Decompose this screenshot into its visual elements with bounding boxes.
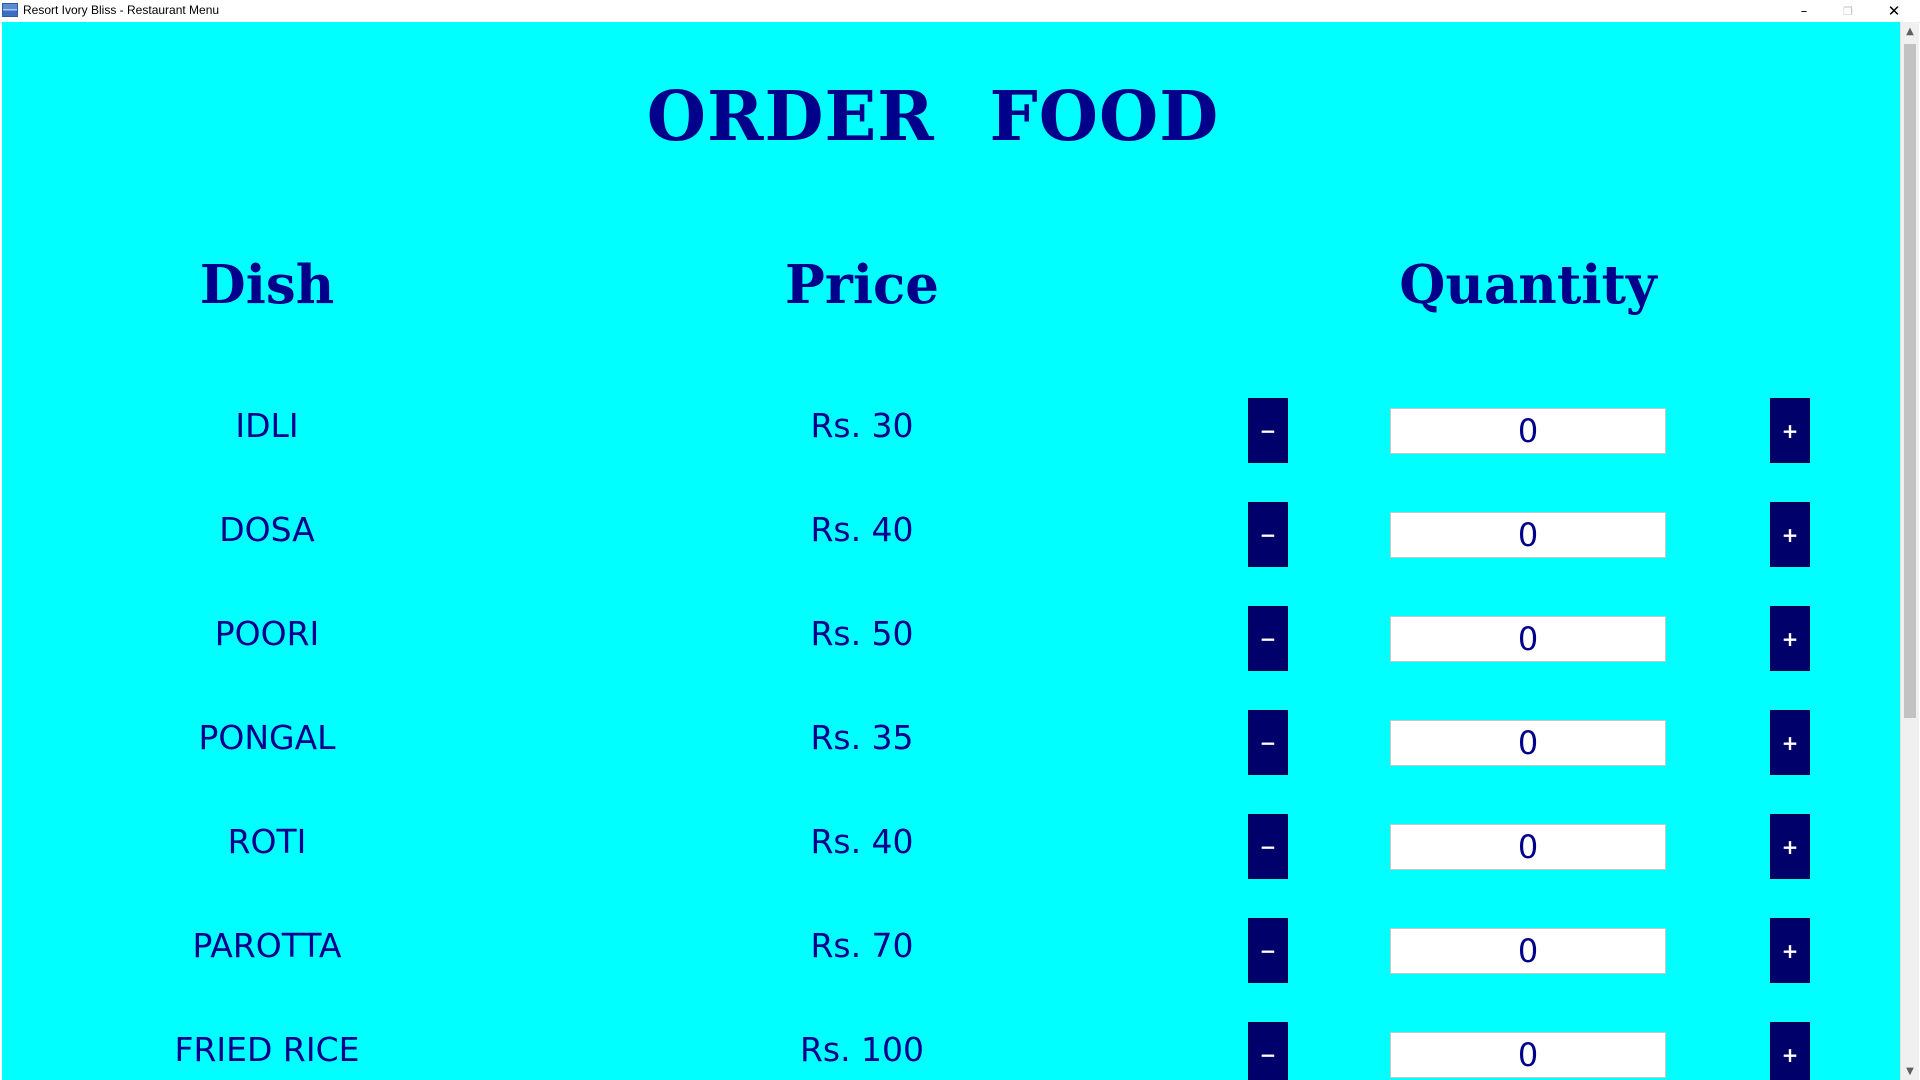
price-column-header: Price [785,254,939,316]
dish-price: Rs. 50 [810,614,914,653]
close-button[interactable]: ✕ [1872,0,1916,22]
menu-row: DOSA Rs. 40 − + [2,490,1900,570]
menu-row: FRIED RICE Rs. 100 − + [2,1010,1900,1080]
minimize-button[interactable]: – [1782,0,1826,22]
quantity-field[interactable] [1390,1032,1666,1078]
increase-quantity-button[interactable]: + [1770,398,1810,463]
dish-price: Rs. 35 [810,718,914,757]
increase-quantity-button[interactable]: + [1770,814,1810,879]
dish-name: POORI [214,614,320,653]
decrease-quantity-button[interactable]: − [1248,918,1288,983]
app-window: Resort Ivory Bliss - Restaurant Menu – ❐… [0,0,1920,1080]
menu-row: POORI Rs. 50 − + [2,594,1900,674]
menu-row: IDLI Rs. 30 − + [2,386,1900,466]
dish-name: FRIED RICE [174,1030,360,1069]
increase-quantity-button[interactable]: + [1770,1022,1810,1080]
dish-name: ROTI [227,822,307,861]
decrease-quantity-button[interactable]: − [1248,606,1288,671]
window-title: Resort Ivory Bliss - Restaurant Menu [23,3,220,17]
dish-name: DOSA [219,510,315,549]
quantity-field[interactable] [1390,616,1666,662]
decrease-quantity-button[interactable]: − [1248,502,1288,567]
quantity-field[interactable] [1390,928,1666,974]
dish-column-header: Dish [199,254,335,316]
quantity-field[interactable] [1390,408,1666,454]
decrease-quantity-button[interactable]: − [1248,710,1288,775]
decrease-quantity-button[interactable]: − [1248,814,1288,879]
quantity-field[interactable] [1390,512,1666,558]
dish-price: Rs. 70 [810,926,914,965]
dish-price: Rs. 30 [810,406,914,445]
menu-row: ROTI Rs. 40 − + [2,802,1900,882]
dish-name: IDLI [235,406,299,445]
maximize-button[interactable]: ❐ [1826,0,1870,22]
quantity-column-header: Quantity [1399,254,1657,316]
dish-price: Rs. 40 [810,510,914,549]
dish-name: PONGAL [198,718,336,757]
decrease-quantity-button[interactable]: − [1248,398,1288,463]
scroll-down-arrow-icon[interactable]: ▼ [1901,1062,1919,1080]
increase-quantity-button[interactable]: + [1770,606,1810,671]
scroll-up-arrow-icon[interactable]: ▲ [1901,22,1919,40]
increase-quantity-button[interactable]: + [1770,918,1810,983]
menu-row: PONGAL Rs. 35 − + [2,698,1900,778]
scroll-thumb[interactable] [1904,44,1916,718]
increase-quantity-button[interactable]: + [1770,710,1810,775]
quantity-field[interactable] [1390,720,1666,766]
dish-price: Rs. 40 [810,822,914,861]
title-bar: Resort Ivory Bliss - Restaurant Menu – ❐… [0,0,1920,23]
quantity-field[interactable] [1390,824,1666,870]
vertical-scrollbar[interactable]: ▲ ▼ [1900,22,1919,1080]
page-title: ORDER FOOD [646,77,1220,157]
menu-row: PAROTTA Rs. 70 − + [2,906,1900,986]
menu-content: ORDER FOOD Dish Price Quantity IDLI Rs. 3… [2,22,1900,1080]
dish-name: PAROTTA [192,926,342,965]
dish-price: Rs. 100 [799,1030,925,1069]
app-icon [2,3,18,17]
decrease-quantity-button[interactable]: − [1248,1022,1288,1080]
increase-quantity-button[interactable]: + [1770,502,1810,567]
